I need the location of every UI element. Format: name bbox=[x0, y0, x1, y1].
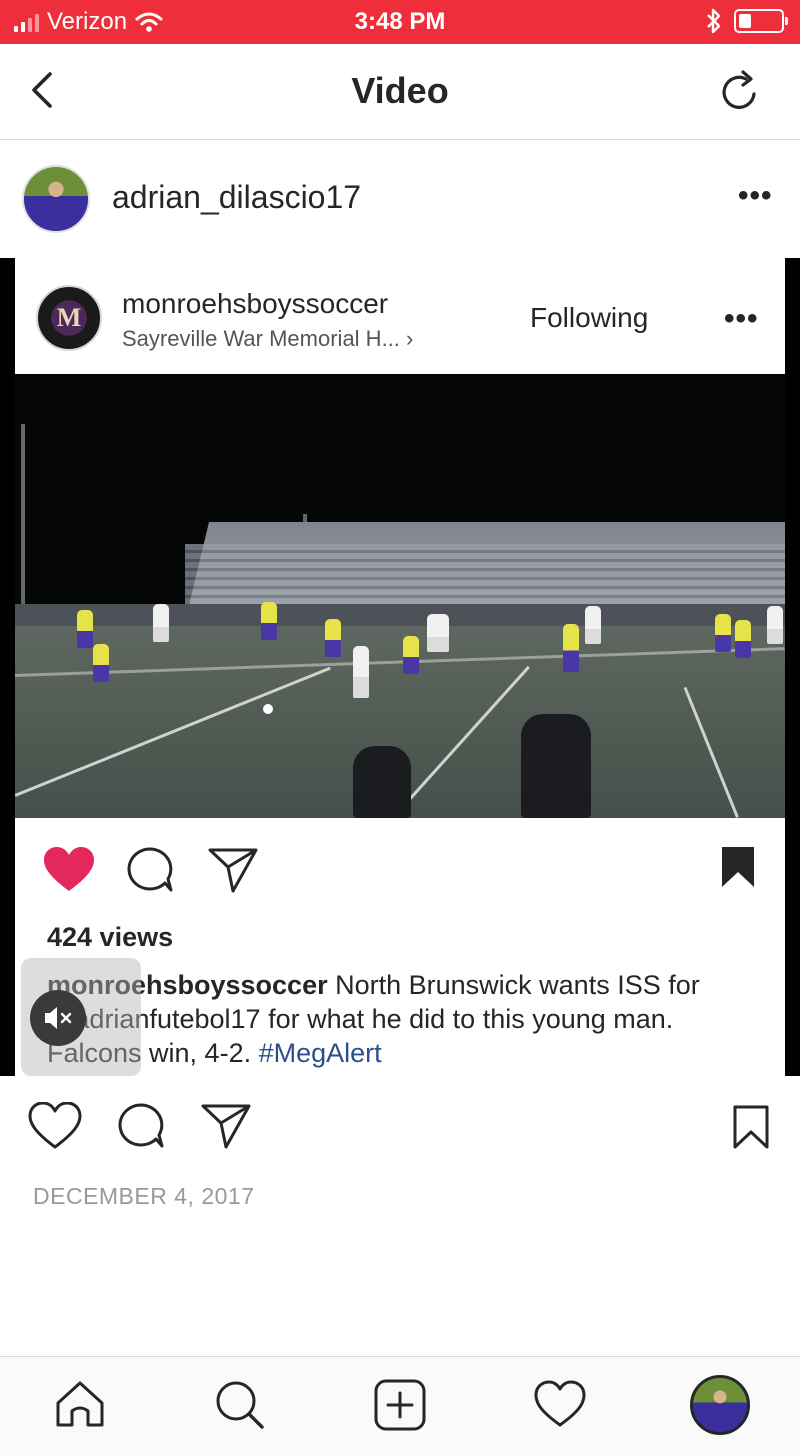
paper-plane-icon bbox=[201, 1104, 251, 1149]
player bbox=[93, 644, 109, 682]
player bbox=[325, 619, 341, 657]
post-actions bbox=[0, 1080, 800, 1180]
spectator bbox=[353, 746, 411, 818]
player bbox=[153, 604, 169, 642]
player bbox=[353, 646, 369, 698]
tab-home[interactable] bbox=[52, 1377, 108, 1433]
embedded-post-header: M monroehsboyssoccer Sayreville War Memo… bbox=[15, 258, 785, 374]
mute-button[interactable] bbox=[30, 990, 86, 1046]
embedded-following-label: Following bbox=[530, 302, 649, 333]
comment-icon bbox=[118, 1103, 164, 1148]
player bbox=[403, 636, 419, 674]
tab-profile-avatar[interactable] bbox=[690, 1375, 750, 1435]
bookmark-filled-icon bbox=[722, 847, 754, 887]
player bbox=[767, 606, 783, 644]
embedded-views: 424 views bbox=[47, 922, 174, 952]
comment-button[interactable] bbox=[116, 1102, 166, 1150]
plus-square-icon bbox=[374, 1379, 426, 1431]
refresh-icon bbox=[722, 70, 756, 109]
refresh-button[interactable] bbox=[716, 68, 764, 116]
save-button[interactable] bbox=[732, 1104, 770, 1150]
avatar[interactable] bbox=[22, 165, 90, 233]
player bbox=[77, 610, 93, 648]
embedded-more-icon: ••• bbox=[724, 302, 759, 335]
soccer-field-scene bbox=[15, 374, 785, 818]
status-bar: Verizon 3:48 PM bbox=[0, 0, 800, 44]
video-player[interactable]: M monroehsboyssoccer Sayreville War Memo… bbox=[0, 258, 800, 1076]
embedded-location: Sayreville War Memorial H... › bbox=[122, 326, 414, 351]
player bbox=[715, 614, 731, 652]
tab-bar bbox=[0, 1356, 800, 1455]
bookmark-icon bbox=[733, 1105, 769, 1149]
home-icon bbox=[56, 1381, 104, 1427]
player bbox=[585, 606, 601, 644]
fence bbox=[15, 604, 785, 626]
embedded-avatar: M bbox=[36, 285, 102, 351]
embedded-post-card: M monroehsboyssoccer Sayreville War Memo… bbox=[15, 258, 785, 1076]
bluetooth-icon bbox=[707, 8, 721, 34]
post-date: DECEMBER 4, 2017 bbox=[33, 1183, 255, 1209]
status-right bbox=[706, 8, 788, 34]
player bbox=[563, 624, 579, 672]
like-button[interactable] bbox=[28, 1102, 82, 1150]
paper-plane-icon bbox=[208, 848, 258, 893]
light-pole bbox=[21, 424, 25, 624]
player bbox=[427, 614, 449, 652]
nav-bar: Video bbox=[0, 44, 800, 140]
search-icon bbox=[216, 1381, 264, 1429]
player bbox=[735, 620, 751, 658]
embedded-username: monroehsboyssoccer bbox=[122, 288, 389, 319]
battery-icon bbox=[734, 9, 788, 33]
heart-icon bbox=[28, 1102, 82, 1149]
status-time: 3:48 PM bbox=[354, 8, 446, 35]
post-username[interactable]: adrian_dilascio17 bbox=[112, 179, 361, 216]
tab-search[interactable] bbox=[212, 1377, 268, 1433]
spectator bbox=[521, 714, 591, 818]
caption-hashtag: #MegAlert bbox=[258, 1038, 382, 1068]
speaker-muted-icon bbox=[45, 1007, 72, 1029]
share-button[interactable] bbox=[200, 1102, 252, 1150]
tab-activity[interactable] bbox=[532, 1377, 588, 1433]
post-header: adrian_dilascio17 ••• bbox=[0, 141, 800, 257]
embedded-caption: monroehsboyssoccer North Brunswick wants… bbox=[47, 968, 767, 1070]
soccer-ball bbox=[263, 704, 273, 714]
heart-icon bbox=[534, 1380, 586, 1427]
comment-icon bbox=[127, 847, 173, 892]
page-title: Video bbox=[351, 70, 449, 111]
more-options-button[interactable]: ••• bbox=[738, 179, 773, 213]
player bbox=[261, 602, 277, 640]
heart-filled-icon bbox=[44, 847, 94, 891]
tab-new-post[interactable] bbox=[372, 1377, 428, 1433]
